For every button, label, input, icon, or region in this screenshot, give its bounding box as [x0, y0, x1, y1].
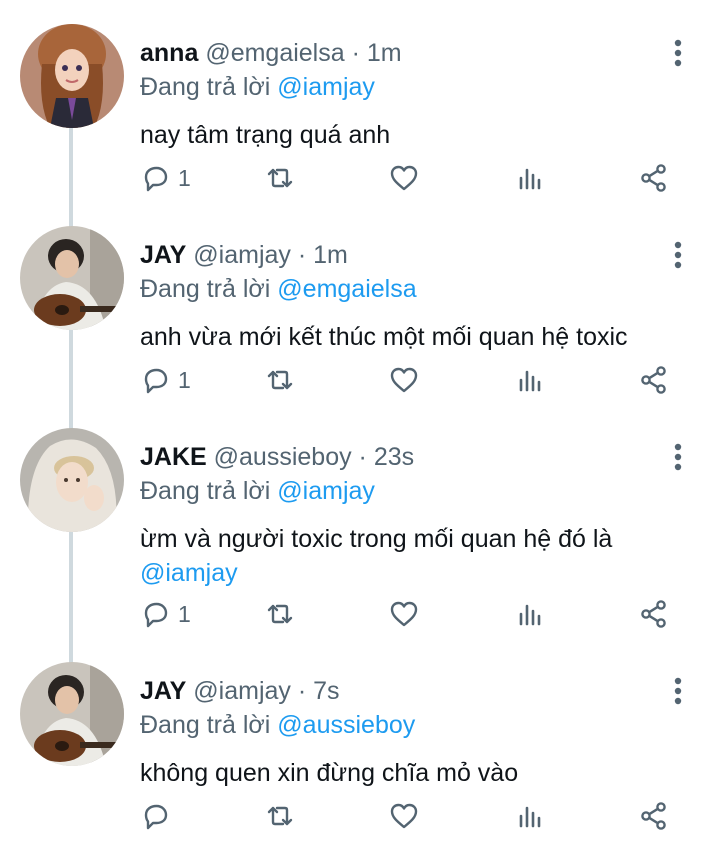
tweet-header: JAY @iamjay · 7s: [140, 676, 340, 706]
analytics-button[interactable]: [514, 596, 546, 632]
avatar-jay[interactable]: [20, 662, 124, 766]
reply-icon: [144, 602, 168, 628]
timestamp[interactable]: 23s: [374, 443, 414, 471]
tweet-text-content: ừm và người toxic trong mối quan hệ đó l…: [140, 525, 613, 553]
retweet-icon: [267, 604, 293, 624]
retweet-icon: [267, 806, 293, 826]
like-button[interactable]: [388, 362, 420, 398]
share-button[interactable]: [638, 160, 670, 196]
like-button[interactable]: [388, 596, 420, 632]
separator: ·: [297, 677, 307, 705]
reply-button[interactable]: 1: [140, 160, 191, 196]
analytics-icon: [519, 168, 541, 190]
more-icon[interactable]: [666, 442, 690, 472]
tweet-header: anna @emgaielsa · 1m: [140, 38, 402, 68]
analytics-button[interactable]: [514, 362, 546, 398]
like-icon: [390, 367, 418, 393]
retweet-icon: [267, 168, 293, 188]
like-button[interactable]: [388, 160, 420, 196]
like-icon: [390, 803, 418, 829]
tweet-actions: [140, 798, 700, 834]
replying-to: Đang trả lời @iamjay: [140, 476, 375, 506]
tweet-text: anh vừa mới kết thúc một mối quan hệ tox…: [140, 323, 628, 351]
tweet-actions: 1: [140, 362, 700, 398]
replying-mention[interactable]: @iamjay: [277, 73, 375, 101]
handle[interactable]: @iamjay: [193, 677, 291, 705]
reply-icon: [144, 166, 168, 192]
retweet-button[interactable]: [264, 362, 296, 398]
tweet-header: JAKE @aussieboy · 23s: [140, 442, 414, 472]
timestamp[interactable]: 7s: [313, 677, 339, 705]
share-icon: [641, 600, 666, 628]
text-mention[interactable]: @iamjay: [140, 559, 238, 587]
retweet-button[interactable]: [264, 160, 296, 196]
display-name[interactable]: JAKE: [140, 443, 207, 471]
reply-button[interactable]: 1: [140, 362, 191, 398]
reply-icon: [144, 804, 168, 830]
display-name[interactable]: JAY: [140, 677, 186, 705]
share-button[interactable]: [638, 596, 670, 632]
analytics-icon: [519, 806, 541, 828]
thread-line: [69, 330, 73, 430]
share-icon: [641, 366, 666, 394]
share-icon: [641, 802, 666, 830]
separator: ·: [358, 443, 367, 471]
replying-mention[interactable]: @iamjay: [277, 477, 375, 505]
tweet-actions: 1: [140, 596, 700, 632]
share-button[interactable]: [638, 798, 670, 834]
avatar-anna[interactable]: [20, 24, 124, 128]
handle[interactable]: @iamjay: [193, 241, 291, 269]
retweet-icon: [267, 370, 293, 390]
separator: ·: [351, 39, 360, 67]
tweet-text: không quen xin đừng chĩa mỏ vào: [140, 759, 519, 787]
display-name[interactable]: JAY: [140, 241, 186, 269]
analytics-icon: [519, 370, 541, 392]
analytics-button[interactable]: [514, 798, 546, 834]
like-icon: [390, 165, 418, 191]
analytics-button[interactable]: [514, 160, 546, 196]
reply-button[interactable]: [140, 798, 172, 834]
display-name[interactable]: anna: [140, 39, 198, 67]
timestamp[interactable]: 1m: [313, 241, 348, 269]
avatar-jay[interactable]: [20, 226, 124, 330]
like-icon: [390, 601, 418, 627]
reply-count: 1: [178, 600, 191, 627]
analytics-icon: [519, 604, 541, 626]
like-button[interactable]: [388, 798, 420, 834]
tweet-header: JAY @iamjay · 1m: [140, 240, 348, 270]
replying-prefix: Đang trả lời: [140, 477, 271, 505]
tweet-text: ừm và người toxic trong mối quan hệ đó l…: [140, 522, 700, 590]
handle[interactable]: @aussieboy: [214, 443, 352, 471]
tweet-text: nay tâm trạng quá anh: [140, 121, 391, 149]
reply-count: 1: [178, 366, 191, 393]
handle[interactable]: @emgaielsa: [205, 39, 344, 67]
avatar-jake[interactable]: [20, 428, 124, 532]
tweet-actions: 1: [140, 160, 700, 196]
share-button[interactable]: [638, 362, 670, 398]
replying-prefix: Đang trả lời: [140, 711, 271, 739]
replying-prefix: Đang trả lời: [140, 275, 271, 303]
more-icon[interactable]: [666, 38, 690, 68]
replying-prefix: Đang trả lời: [140, 73, 271, 101]
replying-mention[interactable]: @aussieboy: [277, 711, 415, 739]
retweet-button[interactable]: [264, 596, 296, 632]
reply-icon: [144, 368, 168, 394]
separator: ·: [297, 241, 307, 269]
thread-line: [69, 128, 73, 228]
reply-count: 1: [178, 164, 191, 191]
share-icon: [641, 164, 666, 192]
replying-to: Đang trả lời @iamjay: [140, 72, 375, 102]
replying-to: Đang trả lời @aussieboy: [140, 710, 415, 740]
retweet-button[interactable]: [264, 798, 296, 834]
replying-mention[interactable]: @emgaielsa: [277, 275, 416, 303]
reply-button[interactable]: 1: [140, 596, 191, 632]
replying-to: Đang trả lời @emgaielsa: [140, 274, 417, 304]
timestamp[interactable]: 1m: [367, 39, 402, 67]
more-icon[interactable]: [666, 240, 690, 270]
thread-line: [69, 532, 73, 664]
more-icon[interactable]: [666, 676, 690, 706]
